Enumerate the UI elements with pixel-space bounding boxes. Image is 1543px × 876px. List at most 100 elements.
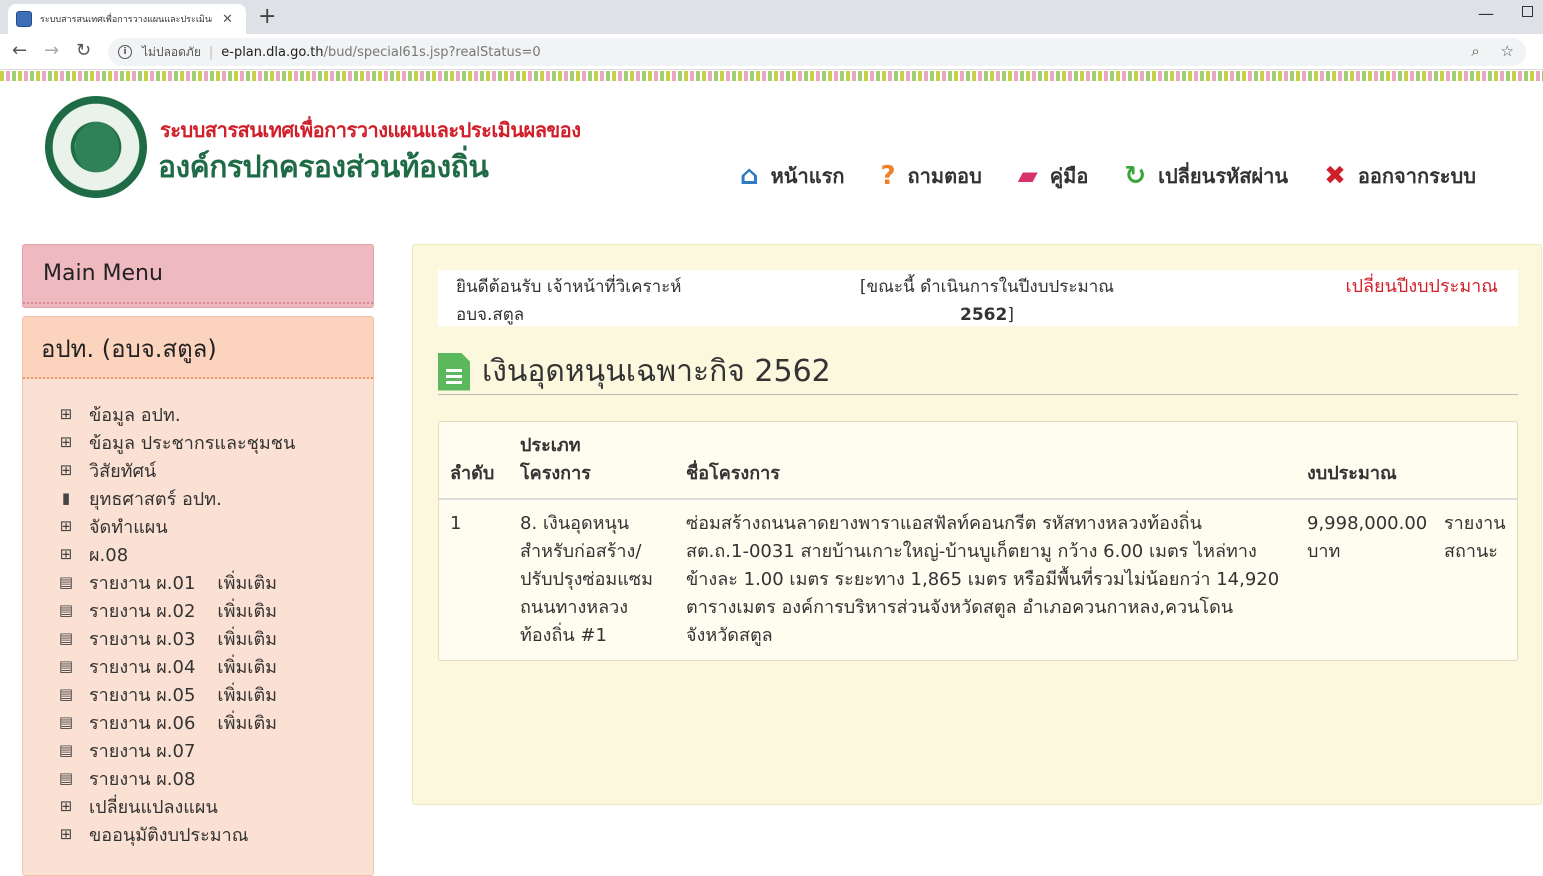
sidebar-item[interactable]: ▤ รายงาน ผ.01 เพิ่มเติม (55, 568, 295, 596)
status-report-link[interactable]: รายงาน สถานะ (1444, 510, 1506, 566)
back-icon[interactable]: ← (12, 40, 27, 61)
nav-logout-label: ออกจากระบบ (1357, 164, 1476, 188)
sidebar-item-label: รายงาน ผ.02 (89, 600, 196, 622)
status-year: 2562 (960, 305, 1008, 325)
row-type-line: สำหรับก่อสร้าง/ (520, 541, 642, 562)
url-path: /bud/special61s.jsp?realStatus=0 (323, 44, 541, 60)
row-name-line: ซ่อมสร้างถนนลาดยางพาราแอสฟัลท์คอนกรีต รห… (686, 513, 1202, 534)
site-favicon-icon (16, 11, 32, 27)
row-budget: 9,998,000.00 บาท (1307, 510, 1427, 566)
sidebar-item-extra-link[interactable]: เพิ่มเติม (217, 624, 277, 653)
main-menu-header: Main Menu (22, 244, 374, 308)
restore-icon[interactable] (1522, 6, 1533, 17)
file-icon: ▤ (58, 769, 74, 787)
nav-manual[interactable]: ▰ คู่มือ (1018, 160, 1089, 192)
sidebar-item-label: รายงาน ผ.04 (89, 656, 196, 678)
sidebar-item[interactable]: ▤ รายงาน ผ.07 (55, 736, 295, 764)
sidebar-item-label: ข้อมูล อปท. (89, 404, 181, 426)
row-type-line: ปรับปรุงซ่อมแซม (520, 569, 653, 590)
nav-faq[interactable]: ? ถามตอบ (880, 160, 981, 192)
sidebar-item-label: ข้อมูล ประชากรและชุมชน (89, 432, 296, 454)
sidebar-item-label: ขออนุมัติงบประมาณ (89, 824, 249, 846)
sidebar-item[interactable]: ⊞ จัดทำแผน (55, 512, 295, 540)
col-header-type-line1: ประเภท (520, 435, 581, 456)
sidebar-item[interactable]: ▤ รายงาน ผ.05 เพิ่มเติม (55, 680, 295, 708)
address-bar[interactable]: i ไม่ปลอดภัย | e-plan.dla.go.th /bud/spe… (108, 38, 1526, 66)
sidebar-item[interactable]: ⊞ ขออนุมัติงบประมาณ (55, 820, 295, 848)
sidebar-menu-panel: อปท. (อบจ.สตูล) ⊞ ข้อมูล อปท. ⊞ ข้อมูล ประช… (22, 316, 374, 876)
sidebar-item-label: รายงาน ผ.03 (89, 628, 196, 650)
decorative-strip (0, 71, 1543, 81)
sidebar-item-label: ยุทธศาสตร์ อปท. (89, 488, 222, 510)
nav-home-label: หน้าแรก (770, 164, 845, 188)
sidebar-item[interactable]: ⊞ ข้อมูล ประชากรและชุมชน (55, 428, 296, 456)
sidebar-item[interactable]: ▤ รายงาน ผ.06 เพิ่มเติม (55, 708, 295, 736)
info-icon[interactable]: i (118, 45, 132, 59)
row-name-line: สต.ถ.1-0031 สายบ้านเกาะใหญ่-บ้านบูเก็ตยา… (686, 541, 1257, 562)
sidebar-item[interactable]: ▤ รายงาน ผ.04 เพิ่มเติม (55, 652, 295, 680)
browser-tabbar: ระบบสารสนเทศเพื่อการวางแผนและประเมินผลขอ… (0, 0, 1543, 34)
bookmark-star-icon[interactable]: ☆ (1501, 42, 1514, 60)
sidebar-item[interactable]: ⊞ เปลี่ยนแปลงแผน (55, 792, 295, 820)
sidebar-item[interactable]: ⊞ วิสัยทัศน์ (55, 456, 295, 484)
sidebar-item[interactable]: ▤ รายงาน ผ.03 เพิ่มเติม (55, 624, 295, 652)
col-header-name: ชื่อโครงการ (686, 463, 780, 484)
browser-tab[interactable]: ระบบสารสนเทศเพื่อการวางแผนและประเมินผลขอ… (8, 4, 246, 34)
welcome-text: ยินดีต้อนรับ เจ้าหน้าที่วิเคราะห์ อบจ.สต… (456, 273, 746, 329)
fiscal-year-status: [ขณะนี้ ดำเนินการในปีงบประมาณ 2562] (842, 273, 1132, 329)
sidebar-item[interactable]: ▮ ยุทธศาสตร์ อปท. (55, 484, 295, 512)
sidebar-item[interactable]: ▤ รายงาน ผ.02 เพิ่มเติม (55, 596, 295, 624)
nav-logout[interactable]: ✖ ออกจากระบบ (1324, 160, 1476, 192)
nav-home[interactable]: ⌂ หน้าแรก (740, 160, 844, 192)
dla-logo[interactable] (45, 96, 147, 198)
url-separator: | (208, 44, 214, 60)
file-icon: ▤ (58, 685, 74, 703)
file-icon: ▤ (58, 573, 74, 591)
file-icon: ▤ (58, 601, 74, 619)
browser-toolbar: ← → ↻ i ไม่ปลอดภัย | e-plan.dla.go.th /b… (0, 34, 1543, 70)
zoom-icon[interactable]: ⌕ (1471, 42, 1479, 60)
nav-change-password[interactable]: ↻ เปลี่ยนรหัสผ่าน (1124, 160, 1288, 192)
row-type-line: ถนนทางหลวง (520, 597, 629, 618)
refresh-icon: ↻ (1124, 161, 1147, 191)
sidebar-item[interactable]: ⊞ ข้อมูล อปท. (55, 400, 295, 428)
sitemap-icon: ⊞ (59, 405, 73, 423)
sidebar-item-extra-link[interactable]: เพิ่มเติม (217, 596, 277, 625)
forward-icon[interactable]: → (44, 40, 59, 61)
sidebar-item-label: รายงาน ผ.06 (89, 712, 196, 734)
page-title-bar: เงินอุดหนุนเฉพาะกิจ 2562 (438, 349, 1518, 395)
sidebar-item-extra-link[interactable]: เพิ่มเติม (217, 652, 277, 681)
row-type-line: 8. เงินอุดหนุน (520, 513, 630, 534)
row-name-line: ตารางเมตร องค์การบริหารส่วนจังหวัดสตูล อ… (686, 597, 1234, 618)
row-no: 1 (450, 513, 462, 534)
minimize-icon[interactable]: — (1478, 4, 1494, 23)
logo-emblem (75, 122, 119, 172)
sidebar-item-label: รายงาน ผ.08 (89, 768, 196, 790)
reload-icon[interactable]: ↻ (76, 40, 91, 61)
tab-close-icon[interactable]: ✕ (222, 12, 233, 27)
new-tab-icon[interactable]: + (258, 4, 276, 29)
sitemap-icon: ⊞ (59, 517, 73, 535)
page-title: เงินอุดหนุนเฉพาะกิจ 2562 (482, 354, 831, 389)
url-host: e-plan.dla.go.th (221, 44, 324, 60)
sidebar-section-header: อปท. (อบจ.สตูล) (23, 317, 373, 379)
change-year-link[interactable]: เปลี่ยนปีงบประมาณ (1345, 273, 1498, 301)
sidebar-item-label: วิสัยทัศน์ (89, 460, 157, 482)
nav-change-password-label: เปลี่ยนรหัสผ่าน (1158, 164, 1289, 188)
sitemap-icon: ⊞ (59, 545, 73, 563)
top-navigation: ⌂ หน้าแรก ? ถามตอบ ▰ คู่มือ ↻ เปลี่ยนรหั… (740, 160, 1476, 192)
sidebar-item-extra-link[interactable]: เพิ่มเติม (217, 708, 277, 737)
sidebar-item[interactable]: ⊞ ผ.08 (55, 540, 295, 568)
file-icon: ▤ (58, 713, 74, 731)
insecure-label: ไม่ปลอดภัย (142, 44, 201, 59)
file-icon: ▤ (58, 657, 74, 675)
bookmark-icon: ▮ (61, 489, 71, 507)
welcome-line2: อบจ.สตูล (456, 305, 525, 325)
sitemap-icon: ⊞ (59, 461, 73, 479)
sidebar-item-extra-link[interactable]: เพิ่มเติม (217, 680, 277, 709)
sidebar-item-label: รายงาน ผ.05 (89, 684, 196, 706)
sidebar-item-extra-link[interactable]: เพิ่มเติม (217, 568, 277, 597)
sidebar-item[interactable]: ▤ รายงาน ผ.08 (55, 764, 295, 792)
nav-faq-label: ถามตอบ (907, 164, 982, 188)
row-budget-amount: 9,998,000.00 (1307, 513, 1428, 534)
